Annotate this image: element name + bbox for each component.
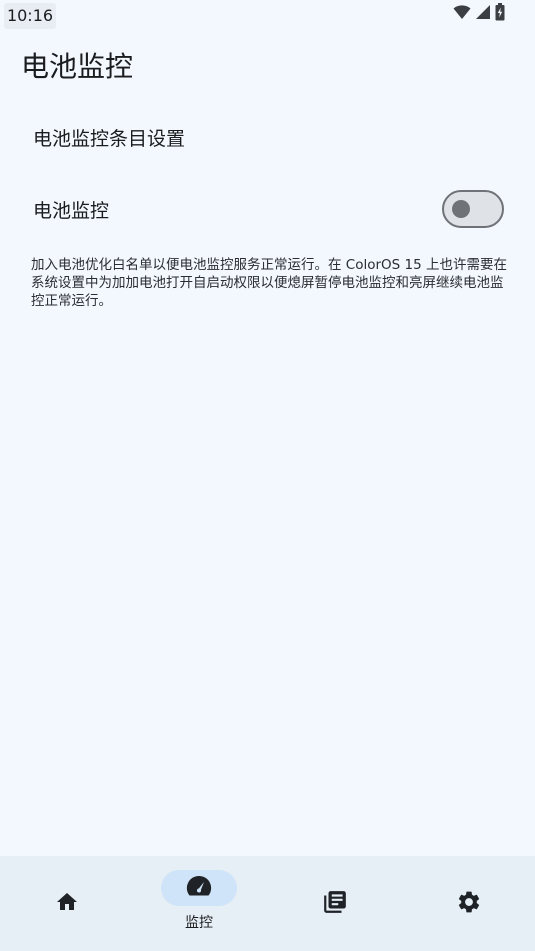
status-bar: 10:16 [0,0,535,30]
page-title: 电池监控 [21,50,134,83]
nav-icon-container [29,886,105,922]
description-text: 加入电池优化白名单以便电池监控服务正常运行。在 ColorOS 15 上也许需要… [31,257,507,309]
log-icon [322,889,348,919]
nav-icon-container-selected [161,870,237,906]
nav-home[interactable] [0,856,134,951]
speedometer-icon [186,875,212,901]
nav-log[interactable] [268,856,402,951]
status-time: 10:16 [4,3,56,29]
nav-monitor[interactable]: 监控 [132,856,266,951]
cellular-signal-icon [475,4,491,24]
battery-charging-icon [495,3,505,25]
setting-label: 电池监控条目设置 [33,127,186,150]
battery-monitor-setting[interactable]: 电池监控 [0,177,535,241]
nav-settings[interactable] [402,856,535,951]
nav-icon-container [297,886,373,922]
home-icon [55,890,79,918]
toggle-knob [452,200,470,218]
gear-icon [456,889,482,919]
nav-label-monitor: 监控 [185,915,213,931]
nav-icon-container [431,886,507,922]
wifi-icon [453,4,471,24]
bottom-navigation: 监控 [0,856,535,951]
battery-monitor-items-setting[interactable]: 电池监控条目设置 [0,105,535,169]
status-icons [453,3,505,25]
setting-label: 电池监控 [33,199,110,222]
battery-monitor-toggle[interactable] [442,190,504,228]
